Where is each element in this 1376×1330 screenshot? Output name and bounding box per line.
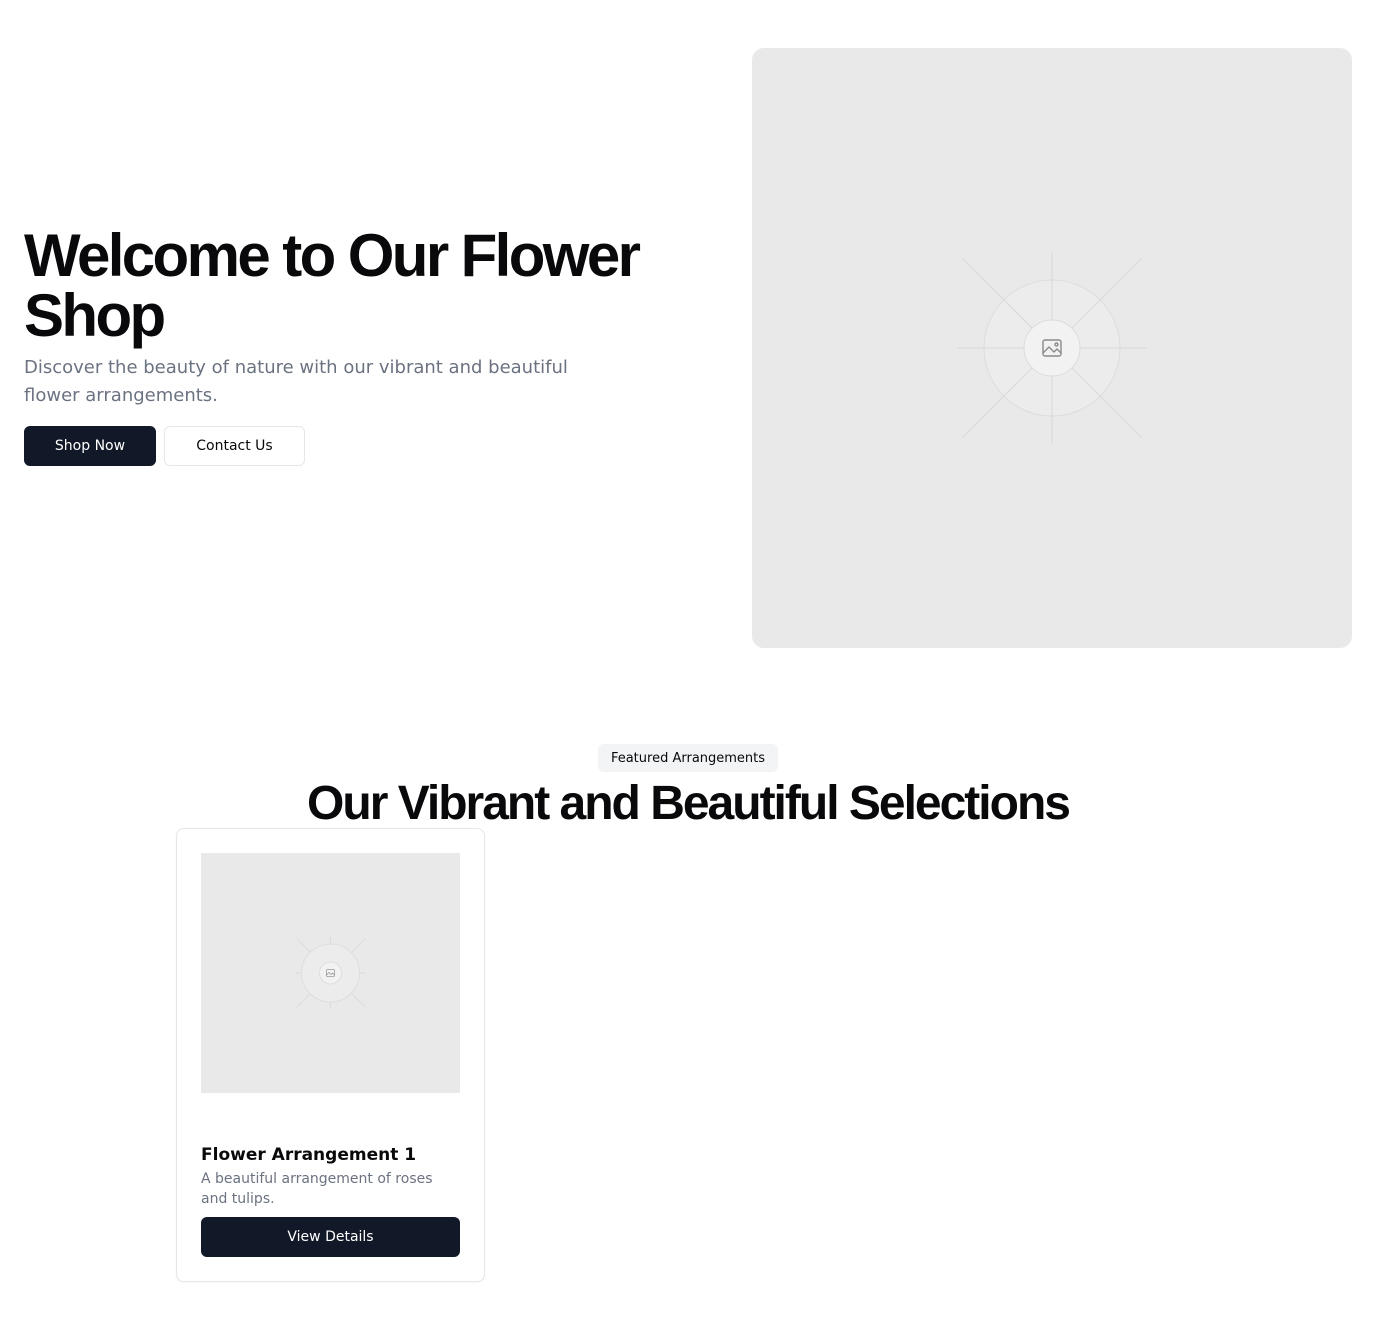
product-card: Flower Arrangement 1 A beautiful arrange… xyxy=(176,828,485,1282)
featured-badge: Featured Arrangements xyxy=(598,744,778,772)
shop-now-button[interactable]: Shop Now xyxy=(24,426,156,466)
card-title: Flower Arrangement 1 xyxy=(201,1145,417,1165)
hero-image xyxy=(752,48,1352,648)
card-description: A beautiful arrangement of roses and tul… xyxy=(201,1171,433,1207)
hero-text: Welcome to Our Flower Shop Discover the … xyxy=(24,226,684,466)
section-title: Our Vibrant and Beautiful Selections xyxy=(307,777,1071,830)
contact-us-button[interactable]: Contact Us xyxy=(164,426,305,466)
hero-title: Welcome to Our Flower Shop xyxy=(24,222,641,349)
image-placeholder-icon xyxy=(957,253,1147,443)
hero-buttons: Shop Now Contact Us xyxy=(24,426,684,466)
view-details-button[interactable]: View Details xyxy=(201,1217,460,1257)
hero-section: Welcome to Our Flower Shop Discover the … xyxy=(0,0,1376,696)
hero-subtitle: Discover the beauty of nature with our v… xyxy=(24,357,568,406)
card-image xyxy=(201,853,460,1093)
image-placeholder-icon xyxy=(295,937,366,1009)
